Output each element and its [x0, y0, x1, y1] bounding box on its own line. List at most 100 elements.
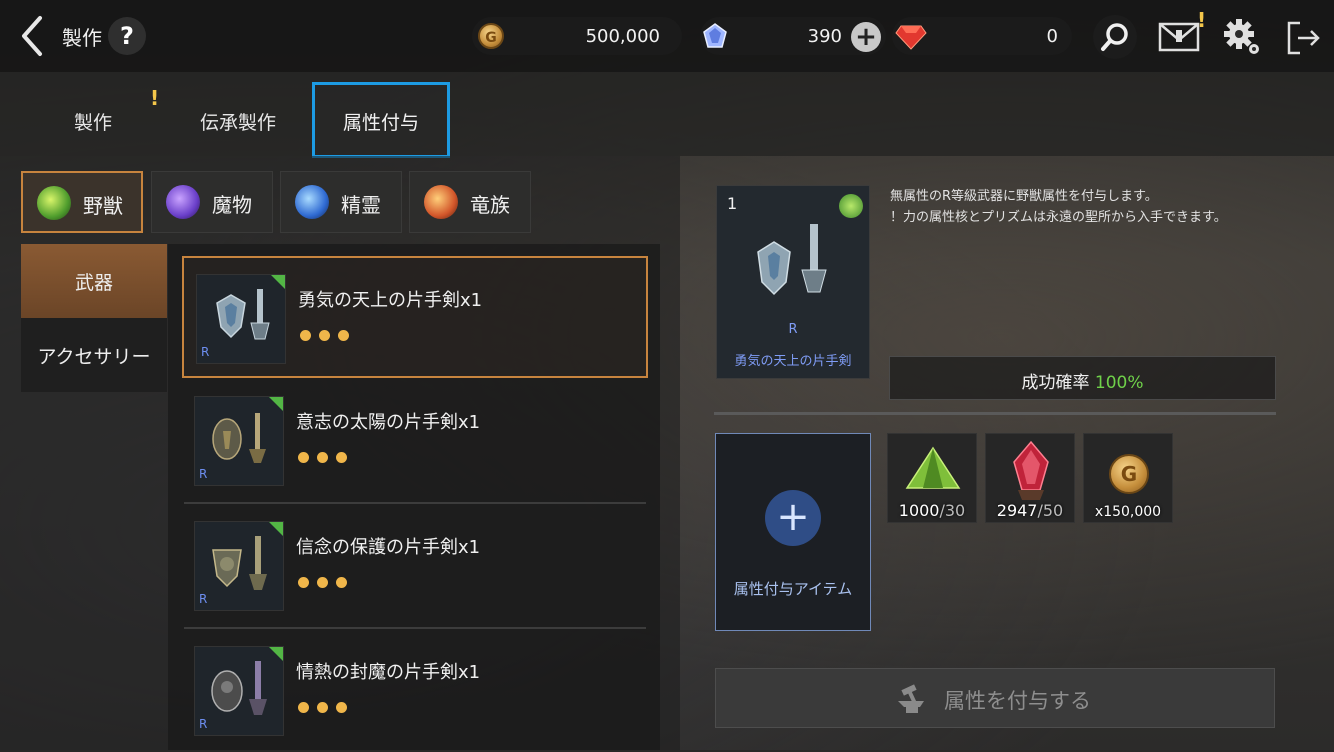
red-core-icon — [1013, 440, 1049, 500]
gold-coin-icon: G — [1109, 454, 1149, 494]
beast-icon — [37, 186, 71, 220]
rank-label: R — [201, 345, 210, 359]
mail-alert-badge: ! — [1197, 8, 1207, 32]
attribute-corner-badge — [269, 647, 283, 661]
grade-dots — [298, 448, 355, 467]
page-title: 製作 — [62, 26, 102, 50]
material-count: 1000/30 — [888, 501, 976, 520]
gear-icon[interactable] — [1222, 17, 1262, 57]
chevron-left-icon[interactable] — [16, 14, 50, 58]
grade-dot — [317, 577, 328, 588]
list-item[interactable]: R 勇気の天上の片手剣x1 — [182, 256, 648, 378]
beast-attribute-icon — [839, 194, 863, 218]
crystal-icon — [703, 23, 727, 48]
material-need: /50 — [1037, 501, 1064, 520]
material-count: 2947/50 — [986, 501, 1074, 520]
material-have: x150,000 — [1094, 504, 1162, 520]
search-button[interactable] — [1093, 15, 1137, 59]
enchant-item-slot[interactable]: + 属性付与アイテム — [715, 433, 871, 631]
tab-attribute-enchant[interactable]: 属性付与 — [312, 82, 450, 158]
success-rate-value: 100% — [1094, 373, 1144, 393]
list-item[interactable]: R 情熱の封魔の片手剣x1 — [182, 630, 648, 752]
green-prism-icon — [905, 446, 961, 489]
material-slot[interactable]: 1000/30 — [887, 433, 977, 523]
item-thumbnail: R — [196, 274, 286, 364]
element-beast-button[interactable]: 野獣 — [21, 171, 143, 233]
mail-icon[interactable] — [1158, 20, 1200, 54]
item-name: 勇気の天上の片手剣 — [734, 354, 852, 369]
grade-dots — [300, 326, 357, 345]
item-thumbnail: R — [194, 396, 284, 486]
ruby-icon — [895, 25, 927, 50]
element-dragon-button[interactable]: 竜族 — [409, 171, 531, 233]
tab-legacy-crafting[interactable]: 伝承製作 — [200, 108, 276, 135]
divider — [714, 412, 1276, 415]
rank-label: R — [199, 592, 208, 606]
help-button[interactable]: ? — [108, 17, 146, 55]
gold-amount: 500,000 — [585, 26, 660, 47]
category-weapon[interactable]: 武器 — [21, 244, 167, 318]
material-need: /30 — [939, 501, 966, 520]
dragon-icon — [424, 185, 458, 219]
grade-dot — [336, 702, 347, 713]
item-name: 意志の太陽の片手剣x1 — [296, 412, 481, 433]
gold-coin-icon: G — [478, 23, 504, 49]
enchant-button[interactable]: 属性を付与する — [715, 668, 1275, 728]
attribute-corner-badge — [271, 275, 285, 289]
grade-dot — [298, 577, 309, 588]
anvil-hammer-icon — [898, 684, 924, 713]
crystal-amount: 390 — [807, 26, 842, 47]
material-count: x150,000 — [1084, 504, 1172, 520]
category-accessory[interactable]: アクセサリー — [21, 318, 167, 392]
item-thumbnail: R — [194, 646, 284, 736]
description-line: 無属性のR等級武器に野獣属性を付与します。 — [890, 189, 1158, 204]
spirit-icon — [295, 185, 329, 219]
item-count: 1 — [727, 194, 738, 213]
exit-icon[interactable] — [1286, 20, 1322, 56]
material-have: 1000 — [898, 501, 940, 520]
tab-crafting-alert: ! — [150, 86, 160, 110]
element-demon-button[interactable]: 魔物 — [151, 171, 273, 233]
rank-label: R — [199, 717, 208, 731]
element-label: 魔物 — [212, 193, 252, 217]
grade-dot — [300, 330, 311, 341]
item-thumbnail: R — [194, 521, 284, 611]
element-label: 竜族 — [470, 193, 510, 217]
element-spirit-button[interactable]: 精霊 — [280, 171, 402, 233]
selected-item-card: 1 R 勇気の天上の片手剣 — [716, 185, 870, 379]
item-name: 信念の保護の片手剣x1 — [296, 537, 481, 558]
tab-attribute-enchant-label: 属性付与 — [342, 112, 419, 134]
enchant-button-label: 属性を付与する — [944, 689, 1091, 713]
material-slot[interactable]: 2947/50 — [985, 433, 1075, 523]
attribute-corner-badge — [269, 522, 283, 536]
rank-label: R — [199, 467, 208, 481]
grade-dot — [317, 702, 328, 713]
item-name: 勇気の天上の片手剣x1 — [298, 290, 483, 311]
success-rate-box: 成功確率 100% — [889, 356, 1276, 400]
grade-dots — [298, 573, 355, 592]
demon-icon — [166, 185, 200, 219]
divider — [184, 627, 646, 629]
list-item[interactable]: R 意志の太陽の片手剣x1 — [182, 380, 648, 502]
divider — [184, 502, 646, 504]
material-have: 2947 — [996, 501, 1038, 520]
success-rate: 成功確率 100% — [890, 368, 1275, 393]
item-name: 情熱の封魔の片手剣x1 — [296, 662, 481, 683]
category-label: 武器 — [74, 272, 113, 294]
element-label: 野獣 — [83, 194, 123, 218]
list-item[interactable]: R 信念の保護の片手剣x1 — [182, 505, 648, 627]
search-icon — [1101, 23, 1128, 51]
category-label: アクセサリー — [37, 346, 151, 368]
grade-dot — [336, 577, 347, 588]
tab-crafting[interactable]: 製作 — [74, 108, 112, 135]
material-slot[interactable]: G x150,000 — [1083, 433, 1173, 523]
rank-label: R — [788, 322, 798, 337]
element-label: 精霊 — [341, 193, 381, 217]
description-line: ！力の属性核とプリズムは永遠の聖所から入手できます。 — [890, 210, 1227, 225]
add-icon: + — [765, 490, 821, 546]
grade-dots — [298, 698, 355, 717]
add-crystal-button[interactable]: + — [851, 22, 881, 52]
grade-dot — [319, 330, 330, 341]
ruby-amount: 0 — [1046, 26, 1058, 47]
success-rate-label: 成功確率 — [1021, 373, 1090, 393]
